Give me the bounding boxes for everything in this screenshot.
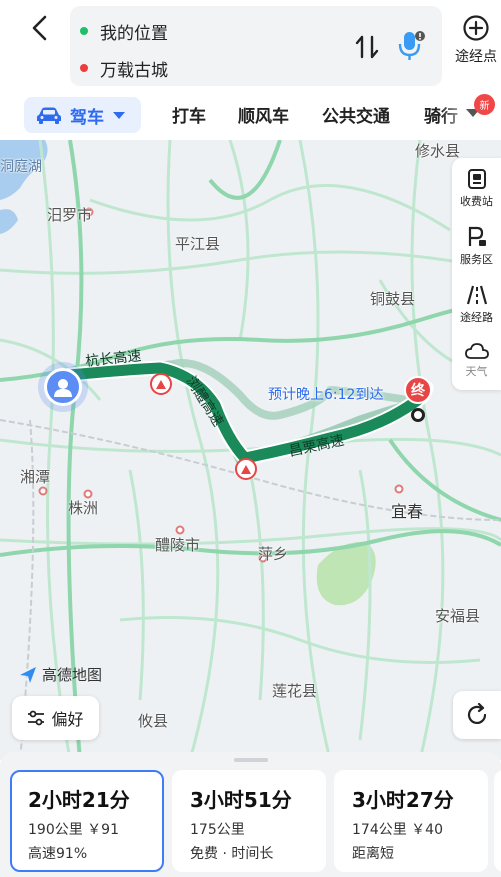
preference-label: 偏好 [51,710,84,729]
waypoint-label: 途经点 [455,49,497,65]
route-options-sheet: 2小时21分 190公里 ￥91 高速91% 3小时51分 175公里 免费 ·… [0,752,501,877]
back-arrow-icon [32,15,47,41]
route-card-3[interactable]: 3小时27分 174公里 ￥40 距离短 [334,770,488,872]
place-tonggu: 铜鼓县 [370,290,416,308]
place-liling: 醴陵市 [155,536,201,554]
place-dongting: 洞庭湖 [0,159,42,175]
destination-field[interactable]: 万载古城 [80,53,168,83]
swap-arrows-icon [355,35,379,59]
origin-text: 我的位置 [100,23,168,44]
service-area-icon [468,226,486,246]
place-anfu: 安福县 [435,607,481,625]
place-zhuzhou: 株洲 [68,499,99,517]
tab-drive[interactable]: 驾车 [24,97,141,133]
new-badge: 新 [474,94,495,115]
back-button[interactable] [22,10,58,46]
route-time: 3小时27分 [352,788,454,812]
map-view[interactable]: 杭长高速 浏醴高速 昌栗高速 洞庭湖 修水县 汨罗市 平江县 铜鼓县 湘潭 株洲… [0,140,501,760]
service-area-button[interactable]: 服务区 [452,218,501,274]
toll-marker-1[interactable] [150,373,172,395]
via-road-label: 途经路 [460,310,493,324]
microphone-icon [398,31,425,60]
sliders-icon [28,710,45,726]
route-header: 我的位置 万载古城 途经点 [0,0,501,92]
route-time: 3小时51分 [190,788,292,812]
via-road-button[interactable]: 途经路 [452,276,501,332]
voice-input-button[interactable] [392,28,428,64]
route-distance-cost: 190公里 ￥91 [28,822,119,838]
service-area-label: 服务区 [460,252,493,266]
map-tools-panel: 收费站 服务区 途经路 天气 [452,158,501,390]
toll-marker-2[interactable] [235,458,257,480]
tab-drive-label: 驾车 [70,107,104,128]
route-distance-cost: 175公里 [190,822,245,838]
amap-logo-icon [20,666,36,683]
route-distance-cost: 174公里 ￥40 [352,822,443,838]
sheet-drag-handle[interactable] [234,758,268,762]
road-icon [466,285,487,304]
place-miluo: 汨罗市 [47,206,93,224]
origin-field[interactable]: 我的位置 [80,16,168,46]
amap-logo: 高德地图 [18,664,102,685]
destination-marker[interactable]: 终 [404,376,432,404]
person-avatar-icon [54,379,72,397]
route-tag: 高速91% [28,846,88,862]
route-card-2[interactable]: 3小时51分 175公里 免费 · 时间长 [172,770,326,872]
refresh-icon [467,703,487,724]
route-tag: 免费 · 时间长 [190,846,274,862]
tab-public-transit[interactable]: 公共交通 [322,102,390,127]
place-yichun: 宜春 [391,502,424,521]
toll-icon [241,465,251,474]
swap-button[interactable] [352,32,382,62]
destination-point-icon [411,408,425,422]
preference-button[interactable]: 偏好 [12,696,99,740]
place-youxian: 攸县 [138,712,169,730]
route-card-1[interactable]: 2小时21分 190公里 ￥91 高速91% [10,770,164,872]
toll-station-label: 收费站 [460,194,493,208]
my-location-marker [44,368,82,406]
chevron-down-icon [113,111,125,119]
route-card-4-peek[interactable] [494,770,501,872]
route-time: 2小时21分 [28,788,130,812]
car-icon [37,107,61,124]
origin-dot-icon [80,27,88,35]
toll-station-button[interactable]: 收费站 [452,160,501,216]
place-lianhua: 莲花县 [272,682,318,700]
tab-ride-share[interactable]: 顺风车 [238,102,289,127]
add-waypoint-button[interactable]: 途经点 [448,14,501,74]
eta-label: 预计晚上6:12到达 [268,387,384,403]
place-pingjiang: 平江县 [175,235,221,253]
weather-button[interactable]: 天气 [452,332,501,388]
cloud-icon [464,342,489,359]
brand-text: 高德地图 [42,666,103,684]
place-pingxiang: 萍乡 [258,545,289,563]
plus-circle-icon [463,15,489,41]
travel-mode-tabs: 驾车 打车 顺风车 公共交通 骑行 新 [0,92,501,140]
route-input-box: 我的位置 万载古城 [70,6,442,86]
route-tag: 距离短 [352,846,394,862]
end-marker-text: 终 [411,383,425,399]
place-xiushui: 修水县 [415,142,461,160]
tab-taxi[interactable]: 打车 [172,102,206,127]
destination-dot-icon [80,64,88,72]
refresh-button[interactable] [453,691,501,739]
toll-icon [156,380,166,389]
destination-text: 万载古城 [100,60,168,81]
weather-label: 天气 [465,364,488,378]
toll-station-icon [467,168,486,189]
place-xiangtan: 湘潭 [20,468,51,486]
